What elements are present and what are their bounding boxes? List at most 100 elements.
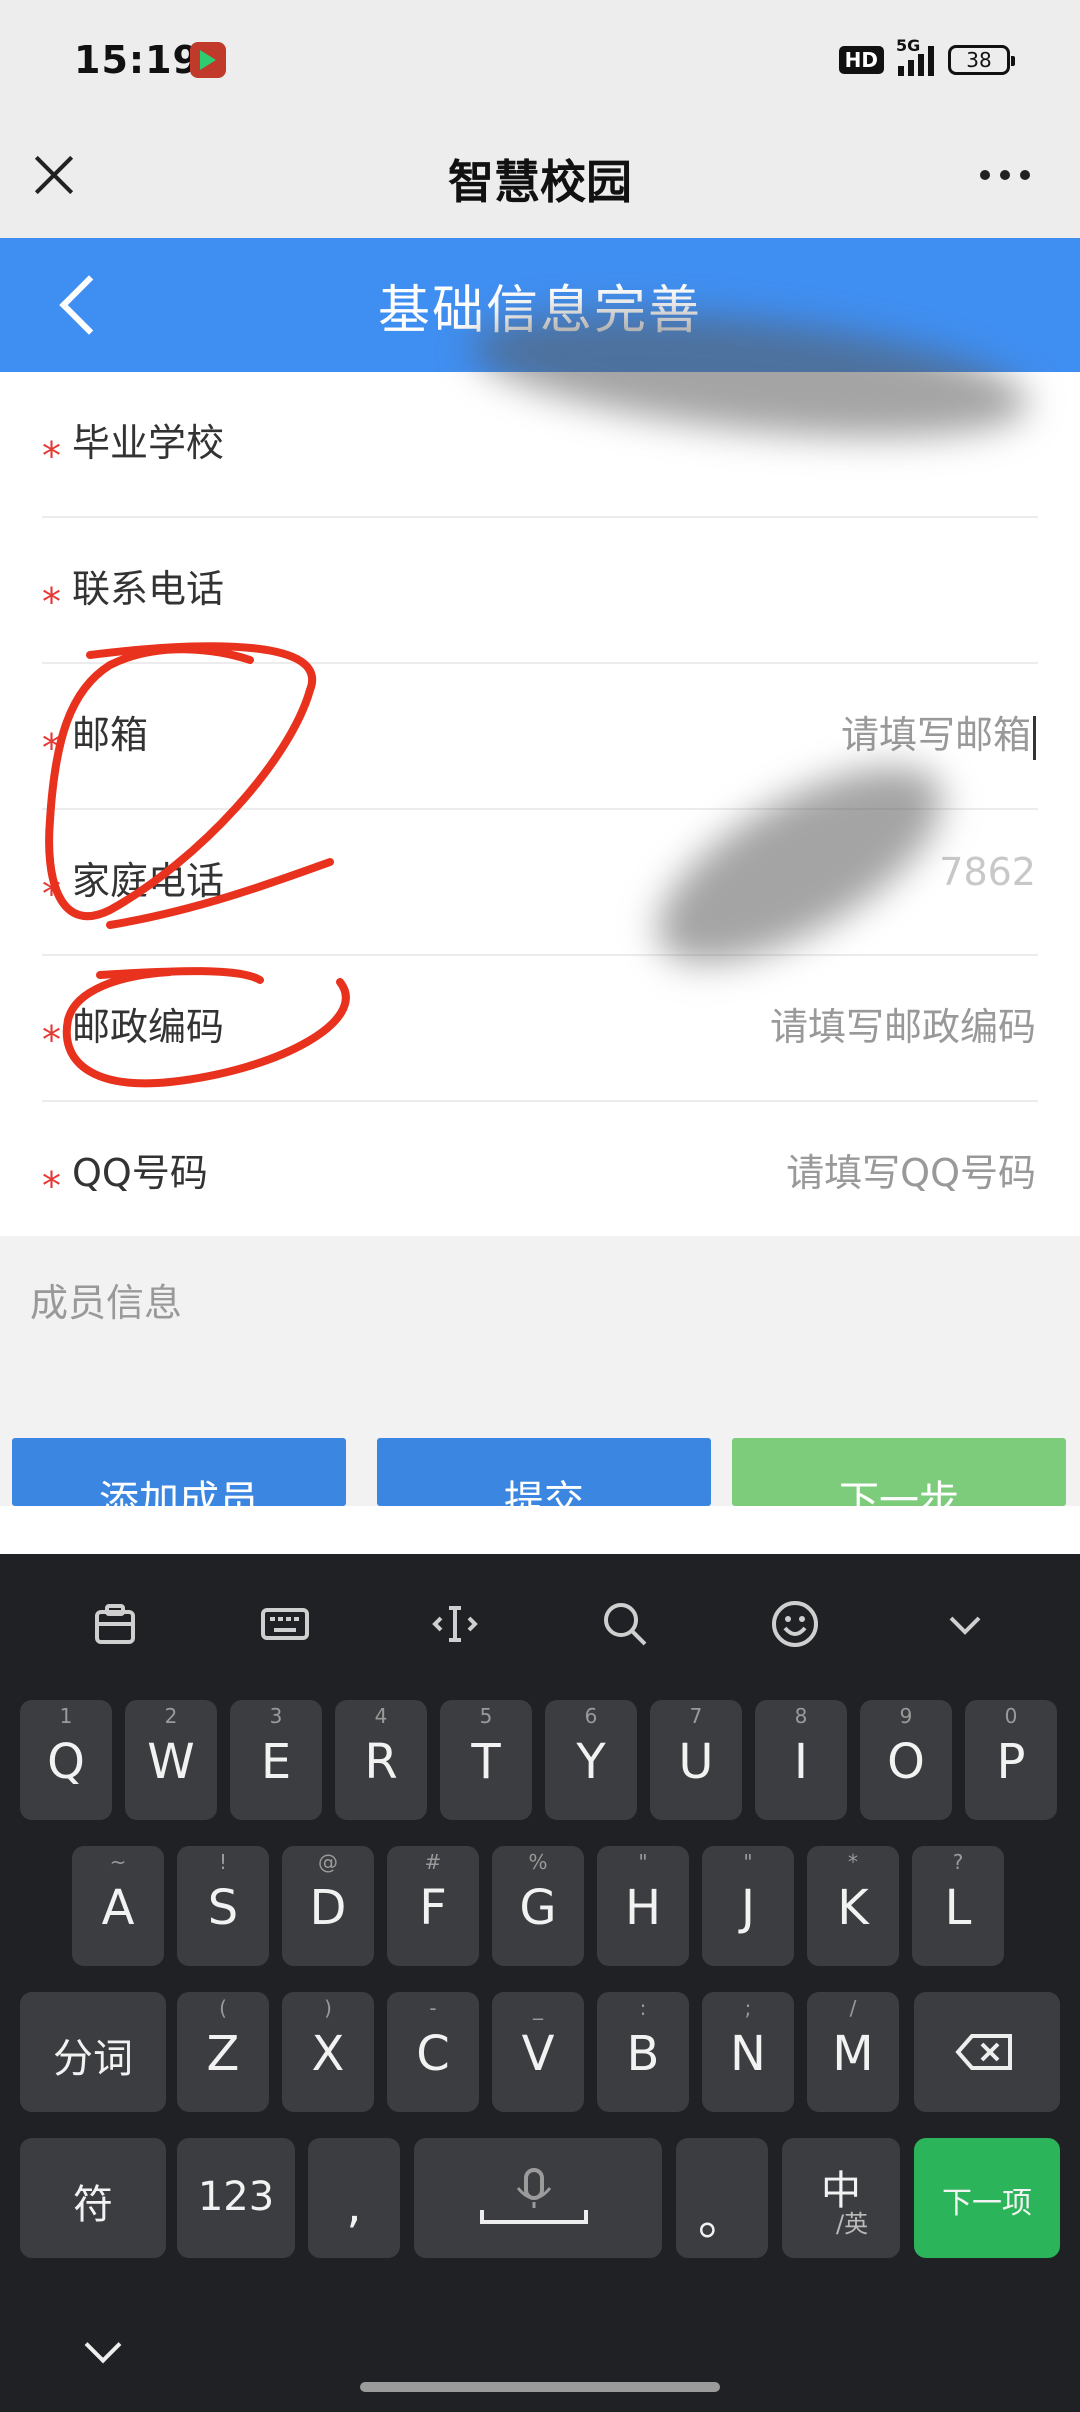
key-123[interactable]: 123 bbox=[177, 2138, 295, 2258]
postal-code-input[interactable]: 请填写邮政编码 bbox=[770, 996, 1036, 1051]
key-label: 。 bbox=[697, 2190, 746, 2246]
key-label: 下一项 bbox=[942, 2186, 1032, 2221]
emoji-icon[interactable] bbox=[769, 1598, 821, 1650]
key-period[interactable]: 。 bbox=[676, 2138, 768, 2258]
key-y[interactable]: 6Y bbox=[545, 1700, 637, 1820]
key-label: E bbox=[260, 1734, 292, 1790]
key-label: R bbox=[364, 1734, 398, 1790]
field-qq[interactable]: * QQ号码 请填写QQ号码 bbox=[0, 1102, 1080, 1248]
key-label: X bbox=[311, 2026, 345, 2082]
key-b[interactable]: :B bbox=[597, 1992, 689, 2112]
status-bar: 15:19 HD 5G 38 bbox=[0, 0, 1080, 124]
key-o[interactable]: 9O bbox=[860, 1700, 952, 1820]
key-z[interactable]: (Z bbox=[177, 1992, 269, 2112]
key-secondary-label: 0 bbox=[1004, 1704, 1018, 1728]
required-mark: * bbox=[42, 434, 61, 478]
submit-button[interactable]: 提交 bbox=[377, 1438, 711, 1506]
key-label: 123 bbox=[197, 2174, 275, 2220]
key-l[interactable]: ? L bbox=[912, 1846, 1004, 1966]
key-x[interactable]: ) X bbox=[282, 1992, 374, 2112]
key-label: D bbox=[309, 1880, 347, 1936]
key-m[interactable]: / M bbox=[807, 1992, 899, 2112]
key-label: L bbox=[944, 1880, 972, 1936]
key-secondary-label: ~ bbox=[109, 1850, 127, 1874]
key-label: G bbox=[519, 1880, 557, 1936]
key-secondary-label: ? bbox=[952, 1850, 964, 1874]
key-f[interactable]: # F bbox=[387, 1846, 479, 1966]
key-label: U bbox=[678, 1734, 714, 1790]
add-member-button[interactable]: 添加成员 bbox=[12, 1438, 346, 1506]
key-secondary-label: ; bbox=[744, 1996, 752, 2020]
key-j[interactable]: " J bbox=[702, 1846, 794, 1966]
key-a[interactable]: ~ A bbox=[72, 1846, 164, 1966]
backspace-icon bbox=[955, 2034, 1012, 2070]
key-symbols[interactable]: 符 bbox=[20, 2138, 166, 2258]
key-s[interactable]: ! S bbox=[177, 1846, 269, 1966]
key-label: 分词 bbox=[53, 2036, 133, 2082]
key-secondary-label: : bbox=[639, 1996, 647, 2020]
required-mark: * bbox=[42, 1164, 61, 1208]
home-phone-input[interactable]: 7862 bbox=[939, 850, 1036, 894]
key-label: P bbox=[996, 1734, 1026, 1790]
key-secondary-label: - bbox=[429, 1996, 437, 2020]
cursor-move-icon[interactable] bbox=[429, 1598, 481, 1650]
key-label: S bbox=[207, 1880, 239, 1936]
members-section-label: 成员信息 bbox=[30, 1281, 183, 1325]
key-i[interactable]: 8I bbox=[755, 1700, 847, 1820]
key-n[interactable]: ; N bbox=[702, 1992, 794, 2112]
key-d[interactable]: @ D bbox=[282, 1846, 374, 1966]
keyboard-icon[interactable] bbox=[259, 1598, 311, 1650]
next-step-button[interactable]: 下一步 bbox=[732, 1438, 1066, 1506]
email-input[interactable]: 请填写邮箱 bbox=[841, 704, 1036, 760]
key-secondary-label: 7 bbox=[689, 1704, 703, 1728]
qq-input[interactable]: 请填写QQ号码 bbox=[786, 1142, 1036, 1197]
field-contact-phone[interactable]: * 联系电话 bbox=[0, 518, 1080, 664]
key-comma[interactable]: , bbox=[308, 2138, 400, 2258]
key-label: Z bbox=[206, 2026, 240, 2082]
key-r[interactable]: 4R bbox=[335, 1700, 427, 1820]
search-icon[interactable] bbox=[599, 1598, 651, 1650]
required-mark: * bbox=[42, 726, 61, 770]
key-secondary-label: 8 bbox=[794, 1704, 808, 1728]
clipboard-icon[interactable] bbox=[89, 1598, 141, 1650]
key-secondary-label: @ bbox=[318, 1850, 338, 1874]
key-label: B bbox=[626, 2026, 660, 2082]
key-label: V bbox=[521, 2026, 555, 2082]
key-secondary-label: 1 bbox=[59, 1704, 73, 1728]
key-v[interactable]: _ V bbox=[492, 1992, 584, 2112]
more-options-icon[interactable] bbox=[980, 170, 1030, 180]
key-label: W bbox=[147, 1734, 195, 1790]
field-label: 联系电话 bbox=[72, 567, 225, 611]
space-key[interactable] bbox=[414, 2138, 662, 2258]
key-secondary-label: ! bbox=[218, 1850, 228, 1874]
key-secondary-label: " bbox=[743, 1850, 753, 1874]
navigation-bar[interactable] bbox=[360, 2382, 720, 2392]
field-label: 毕业学校 bbox=[72, 421, 225, 465]
battery-icon: 38 bbox=[948, 45, 1015, 75]
key-q[interactable]: 1Q bbox=[20, 1700, 112, 1820]
key-h[interactable]: " H bbox=[597, 1846, 689, 1966]
field-label: QQ号码 bbox=[72, 1151, 208, 1195]
key-language-switch[interactable]: 中/英 bbox=[782, 2138, 900, 2258]
field-postal-code[interactable]: * 邮政编码 请填写邮政编码 bbox=[0, 956, 1080, 1102]
key-label: M bbox=[832, 2026, 874, 2082]
key-secondary-label: 3 bbox=[269, 1704, 283, 1728]
key-e[interactable]: 3E bbox=[230, 1700, 322, 1820]
key-g[interactable]: % G bbox=[492, 1846, 584, 1966]
key-p[interactable]: 0P bbox=[965, 1700, 1057, 1820]
key-u[interactable]: 7U bbox=[650, 1700, 742, 1820]
key-label: F bbox=[419, 1880, 447, 1936]
key-w[interactable]: 2W bbox=[125, 1700, 217, 1820]
email-placeholder: 请填写邮箱 bbox=[840, 713, 1031, 757]
key-label: , bbox=[346, 2178, 362, 2234]
required-mark: * bbox=[42, 872, 61, 916]
key-c[interactable]: -C bbox=[387, 1992, 479, 2112]
next-item-key[interactable]: 下一项 bbox=[914, 2138, 1060, 2258]
key-t[interactable]: 5T bbox=[440, 1700, 532, 1820]
key-label: Y bbox=[576, 1734, 606, 1790]
backspace-key[interactable] bbox=[914, 1992, 1060, 2112]
collapse-keyboard-icon[interactable] bbox=[939, 1598, 991, 1650]
key-secondary-label: % bbox=[528, 1850, 548, 1874]
key-fenci[interactable]: 分词 bbox=[20, 1992, 166, 2112]
key-k[interactable]: * K bbox=[807, 1846, 899, 1966]
